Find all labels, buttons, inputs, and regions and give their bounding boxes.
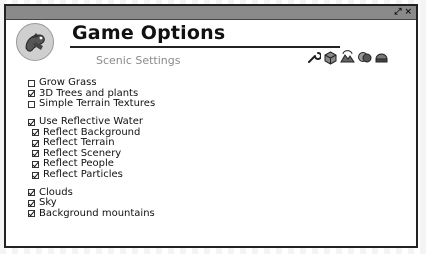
wrench-icon[interactable] [306,50,321,65]
checkbox[interactable] [28,199,35,207]
option-label: Reflect Scenery [43,147,122,159]
option-sky[interactable]: Sky [28,198,155,209]
title-bar[interactable]: ⤢ × [6,6,416,20]
cube-icon[interactable] [323,50,338,65]
option-label: Reflect Background [43,126,141,138]
option-reflective-water[interactable]: Use Reflective Water [28,117,155,128]
option-label: Simple Terrain Textures [39,98,156,110]
option-label: 3D Trees and plants [39,87,139,99]
option-label: Background mountains [39,207,155,219]
checkbox[interactable] [28,79,35,87]
section-subtitle: Scenic Settings [96,54,181,67]
option-background-mountains[interactable]: Background mountains [28,207,155,220]
option-simple-terrain-textures[interactable]: Simple Terrain Textures [28,99,155,110]
terrain-icon[interactable] [340,50,355,65]
page-title: Game Options [72,22,226,44]
option-label: Reflect Particles [43,169,123,181]
checkbox[interactable] [32,171,39,179]
toolbar [306,50,389,65]
game-options-dialog: ⤢ × Game Options Scenic Settings Grow Gr… [4,4,418,248]
checkbox[interactable] [32,139,39,147]
checkbox[interactable] [32,150,39,158]
checkbox[interactable] [32,160,39,168]
title-underline [70,46,340,48]
gem-icon[interactable] [374,50,389,65]
checkbox[interactable] [28,90,35,98]
option-grow-grass[interactable]: Grow Grass [28,78,155,89]
option-reflect-terrain[interactable]: Reflect Terrain [32,138,155,149]
option-label: Use Reflective Water [39,116,143,128]
option-reflect-particles[interactable]: Reflect Particles [32,170,155,181]
checkbox[interactable] [32,129,39,137]
checkbox[interactable] [28,118,35,126]
title-bar-buttons: ⤢ × [394,6,412,19]
options-list: Grow Grass 3D Trees and plants Simple Te… [28,78,155,219]
checkbox[interactable] [28,189,35,197]
option-label: Grow Grass [39,77,97,89]
option-label: Clouds [39,186,73,198]
option-label: Reflect People [43,158,114,170]
app-logo-icon [16,23,54,61]
option-label: Sky [39,197,57,209]
checkbox[interactable] [28,210,35,218]
option-label: Reflect Terrain [43,137,115,149]
checkbox[interactable] [28,100,35,108]
resize-button[interactable]: ⤢ [394,8,401,17]
drama-icon[interactable] [357,50,372,65]
close-button[interactable]: × [404,8,412,17]
